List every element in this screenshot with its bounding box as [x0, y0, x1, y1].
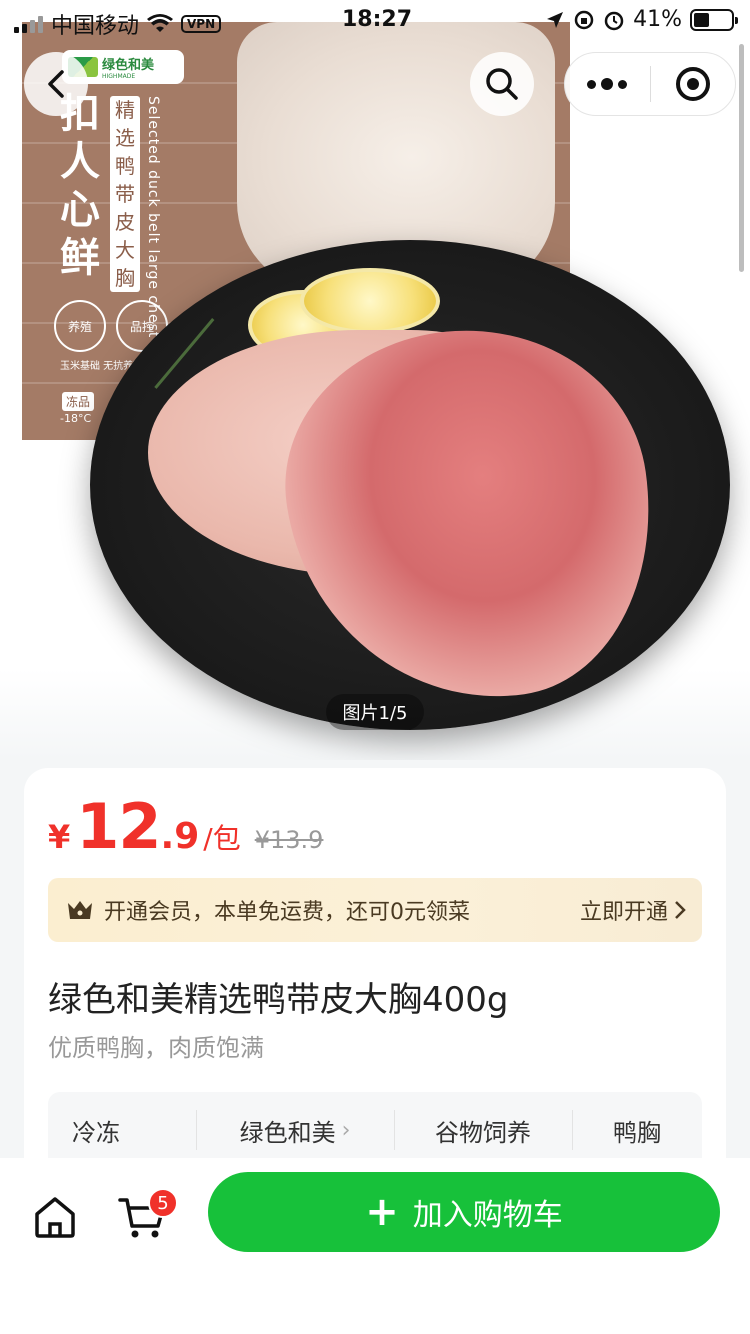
vip-promo-text: 开通会员，本单免运费，还可0元领菜: [104, 900, 470, 925]
attribute-feeding: 谷物饲养: [394, 1092, 572, 1168]
chevron-right-icon: [675, 901, 686, 919]
product-title: 绿色和美精选鸭带皮大胸400g: [48, 980, 509, 1020]
search-icon: [486, 68, 518, 100]
chevron-right-icon: ›: [341, 1117, 351, 1143]
crown-icon: [68, 901, 92, 919]
bottom-action-bar: 5 + 加入购物车: [0, 1158, 750, 1334]
price-row: ¥ 12 .9 /包 ¥13.9: [48, 790, 323, 863]
location-arrow-icon: [547, 11, 564, 28]
product-subtitle: 优质鸭胸，肉质饱满: [48, 1034, 264, 1062]
temperature-label: -18°C: [60, 412, 92, 425]
carrier-name: 中国移动: [51, 14, 140, 39]
attribute-storage: 冷冻: [72, 1118, 120, 1147]
add-to-cart-button[interactable]: + 加入购物车: [208, 1172, 720, 1252]
wifi-icon: [147, 14, 174, 32]
attribute-row: 冷冻 绿色和美 › 谷物饲养 鸭胸: [48, 1092, 702, 1168]
scroll-indicator: [739, 44, 744, 272]
vpn-badge: VPN: [181, 15, 222, 33]
attribute-brand-link[interactable]: 绿色和美 ›: [196, 1092, 394, 1168]
rotation-lock-icon: [574, 10, 594, 29]
image-counter: 图片1/5: [326, 694, 424, 730]
close-button[interactable]: [651, 53, 736, 115]
back-button[interactable]: [24, 52, 88, 116]
battery-percent: 41%: [633, 7, 682, 32]
mini-program-capsule: [564, 52, 736, 116]
price-unit: /包: [203, 822, 241, 855]
status-bar: 中国移动 VPN 18:27 41%: [0, 0, 750, 40]
price-integer: 12: [76, 790, 161, 863]
price-symbol: ¥: [48, 818, 71, 856]
vip-open-link[interactable]: 立即开通: [580, 894, 686, 926]
cart-count-badge: 5: [148, 1188, 178, 1218]
search-button[interactable]: [470, 52, 534, 116]
battery-icon: [690, 8, 738, 31]
status-time: 18:27: [342, 7, 413, 32]
package-headline: 扣人心鲜: [60, 91, 100, 281]
add-to-cart-label: 加入购物车: [412, 1198, 563, 1233]
frozen-label: 冻品: [62, 392, 95, 411]
alarm-icon: [604, 11, 624, 30]
original-price: ¥13.9: [254, 826, 324, 854]
more-dots-icon[interactable]: [565, 53, 650, 115]
package-subheadline: 精选鸭带皮大胸: [110, 96, 140, 296]
plus-icon: +: [365, 1189, 399, 1235]
vip-membership-banner[interactable]: 开通会员，本单免运费，还可0元领菜 立即开通: [48, 878, 702, 942]
signal-icon: [14, 15, 43, 33]
price-decimal: .9: [160, 816, 200, 857]
target-close-icon: [675, 67, 710, 101]
badge-farming: 养殖: [54, 300, 106, 352]
chevron-left-icon: [48, 70, 64, 98]
brand-logo-text: 绿色和美: [102, 58, 155, 73]
lemon-slice: [300, 268, 440, 334]
home-icon[interactable]: [32, 1194, 78, 1240]
brand-logo-en: HIGHMADE: [102, 73, 136, 80]
attribute-cut: 鸭胸: [572, 1092, 702, 1168]
